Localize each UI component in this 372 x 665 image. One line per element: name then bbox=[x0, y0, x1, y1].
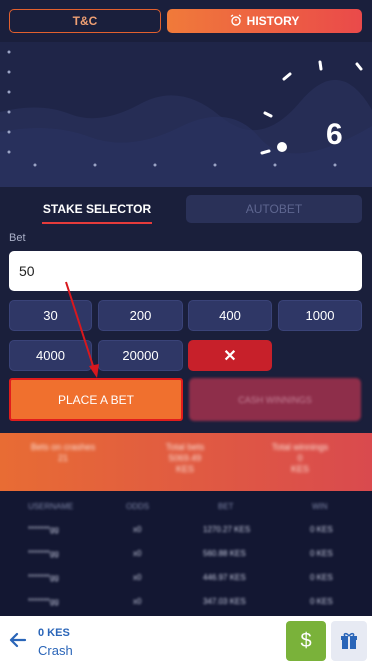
tab-stake-label: STAKE SELECTOR bbox=[42, 202, 152, 216]
stat-label: Bets on crashes bbox=[30, 442, 96, 452]
table-cell: 347.03 KES bbox=[203, 597, 246, 606]
stat-label: Total winnings bbox=[271, 442, 329, 452]
table-cell: 0 KES bbox=[310, 573, 333, 582]
table-header: BET bbox=[218, 502, 234, 511]
top-bar: T&C HISTORY bbox=[0, 0, 372, 42]
table-cell: *******gg bbox=[28, 549, 59, 558]
quick-amount-button[interactable]: 30 bbox=[9, 300, 92, 331]
table-cell: x0 bbox=[133, 573, 142, 582]
stat-value: 0 bbox=[297, 453, 303, 463]
dollar-icon: $ bbox=[300, 629, 312, 652]
deposit-button[interactable]: $ bbox=[286, 621, 326, 661]
quick-amount-button[interactable]: 400 bbox=[188, 300, 272, 331]
stat-value: 21 bbox=[57, 453, 68, 463]
stat-total-bets: Total bets 5069.49 KES bbox=[140, 442, 230, 475]
bet-panel: STAKE SELECTOR AUTOBET Bet 30 200 400 10… bbox=[0, 187, 372, 433]
bets-table: USERNAME ODDS BET WIN *******gg x0 1270.… bbox=[0, 491, 372, 616]
game-canvas: 6 bbox=[0, 42, 372, 187]
table-cell: 446.97 KES bbox=[203, 573, 246, 582]
bet-stats-bar: Bets on crashes 21 Total bets 5069.49 KE… bbox=[0, 433, 372, 491]
stat-label: Total bets bbox=[165, 442, 205, 452]
gift-icon bbox=[341, 632, 357, 649]
game-graph bbox=[0, 50, 372, 187]
stat-bets-on-crashes: Bets on crashes 21 bbox=[18, 442, 108, 464]
bet-label: Bet bbox=[9, 232, 26, 244]
tab-autobet[interactable]: AUTOBET bbox=[186, 195, 362, 223]
table-cell: 0 KES bbox=[310, 597, 333, 606]
bet-amount-input[interactable] bbox=[9, 251, 362, 291]
tab-tc[interactable]: T&C bbox=[9, 9, 161, 33]
table-cell: 560.88 KES bbox=[203, 549, 246, 558]
tab-autobet-label: AUTOBET bbox=[245, 202, 303, 216]
close-icon: ✕ bbox=[223, 347, 237, 365]
tab-history-label: HISTORY bbox=[246, 14, 300, 28]
tab-tc-label: T&C bbox=[72, 14, 98, 28]
quick-amount-button[interactable]: 200 bbox=[98, 300, 183, 331]
cashout-button[interactable]: CASH WINNINGS bbox=[189, 378, 361, 421]
bottom-bar: 0 KES Crash $ bbox=[0, 616, 372, 665]
table-cell: x0 bbox=[133, 525, 142, 534]
table-cell: *******gg bbox=[28, 573, 59, 582]
stat-value: 5069.49 bbox=[168, 453, 202, 463]
stat-currency: KES bbox=[175, 464, 194, 474]
table-cell: *******gg bbox=[28, 597, 59, 606]
clear-bet-button[interactable]: ✕ bbox=[188, 340, 272, 371]
tab-stake-selector[interactable]: STAKE SELECTOR bbox=[33, 195, 161, 224]
table-header: ODDS bbox=[126, 502, 150, 511]
table-cell: 1270.27 KES bbox=[203, 525, 251, 534]
table-cell: x0 bbox=[133, 549, 142, 558]
countdown-number: 6 bbox=[326, 118, 343, 151]
table-header: WIN bbox=[312, 502, 328, 511]
back-arrow-icon[interactable] bbox=[9, 632, 27, 653]
table-cell: 0 KES bbox=[310, 549, 333, 558]
stat-total-winnings: Total winnings 0 KES bbox=[250, 442, 350, 475]
game-name: Crash bbox=[38, 643, 73, 658]
stat-currency: KES bbox=[290, 464, 309, 474]
balance-text: 0 KES bbox=[38, 627, 70, 639]
quick-amount-button[interactable]: 20000 bbox=[98, 340, 183, 371]
quick-amount-button[interactable]: 1000 bbox=[278, 300, 362, 331]
table-cell: x0 bbox=[133, 597, 142, 606]
table-header: USERNAME bbox=[28, 502, 74, 511]
gift-button[interactable] bbox=[331, 621, 367, 661]
alarm-clock-icon bbox=[230, 13, 242, 29]
tab-history[interactable]: HISTORY bbox=[167, 9, 362, 33]
table-cell: 0 KES bbox=[310, 525, 333, 534]
quick-amount-button[interactable]: 4000 bbox=[9, 340, 92, 371]
table-cell: *******gg bbox=[28, 525, 59, 534]
place-bet-button[interactable]: PLACE A BET bbox=[9, 378, 183, 421]
